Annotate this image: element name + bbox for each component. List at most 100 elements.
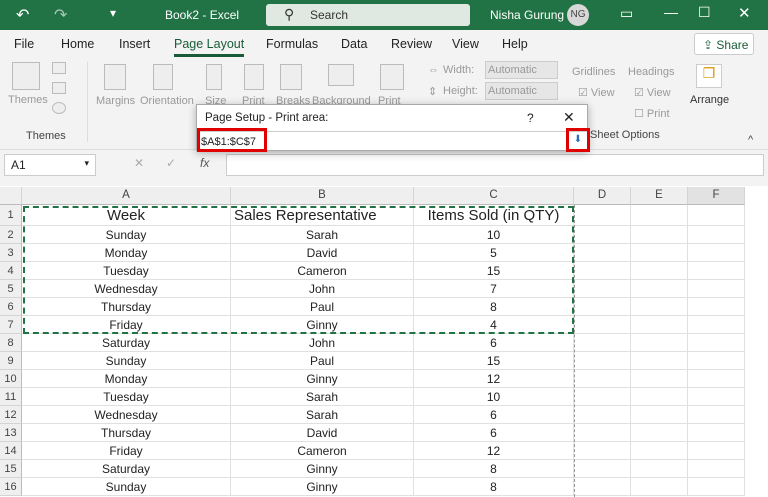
table-cell[interactable]: [688, 352, 745, 370]
tab-file[interactable]: File: [14, 37, 34, 51]
themes-button[interactable]: Themes: [8, 94, 48, 106]
customize-qat-icon[interactable]: ▾: [110, 6, 116, 20]
table-cell[interactable]: Paul: [231, 352, 414, 370]
table-cell[interactable]: [574, 460, 631, 478]
name-box[interactable]: A1 ▾: [4, 154, 96, 176]
fonts-icon[interactable]: [52, 82, 66, 94]
table-cell[interactable]: [688, 226, 745, 244]
table-cell[interactable]: Monday: [22, 370, 231, 388]
table-cell[interactable]: Cameron: [231, 442, 414, 460]
table-cell[interactable]: [574, 316, 631, 334]
help-button[interactable]: ?: [527, 111, 534, 125]
table-cell[interactable]: [688, 334, 745, 352]
table-cell[interactable]: Sarah: [231, 388, 414, 406]
table-cell[interactable]: Tuesday: [22, 388, 231, 406]
header-cell[interactable]: [688, 205, 745, 226]
row-header[interactable]: 3: [0, 244, 22, 262]
table-cell[interactable]: [631, 406, 688, 424]
table-cell[interactable]: 6: [414, 334, 574, 352]
table-cell[interactable]: [688, 442, 745, 460]
row-header[interactable]: 10: [0, 370, 22, 388]
table-cell[interactable]: John: [231, 334, 414, 352]
table-cell[interactable]: Saturday: [22, 460, 231, 478]
table-cell[interactable]: 12: [414, 442, 574, 460]
table-cell[interactable]: [574, 280, 631, 298]
table-cell[interactable]: [631, 298, 688, 316]
row-header[interactable]: 7: [0, 316, 22, 334]
column-header[interactable]: A: [22, 187, 231, 205]
table-cell[interactable]: 10: [414, 388, 574, 406]
tab-page-layout[interactable]: Page Layout: [174, 37, 245, 57]
row-header[interactable]: 9: [0, 352, 22, 370]
table-cell[interactable]: [631, 460, 688, 478]
tab-data[interactable]: Data: [341, 37, 367, 51]
tab-formulas[interactable]: Formulas: [266, 37, 318, 51]
table-cell[interactable]: [574, 262, 631, 280]
table-cell[interactable]: [631, 478, 688, 496]
ribbon-display-icon[interactable]: ▭: [620, 5, 633, 22]
row-header[interactable]: 1: [0, 205, 22, 226]
table-cell[interactable]: [688, 316, 745, 334]
height-dropdown[interactable]: Automatic: [485, 82, 558, 100]
table-cell[interactable]: Thursday: [22, 424, 231, 442]
table-cell[interactable]: Ginny: [231, 370, 414, 388]
row-header[interactable]: 8: [0, 334, 22, 352]
table-cell[interactable]: [688, 280, 745, 298]
table-cell[interactable]: [574, 352, 631, 370]
table-cell[interactable]: [688, 424, 745, 442]
row-header[interactable]: 5: [0, 280, 22, 298]
table-cell[interactable]: 6: [414, 406, 574, 424]
avatar[interactable]: NG: [567, 4, 589, 26]
function-icon[interactable]: fx: [200, 156, 209, 170]
enter-icon[interactable]: ✓: [166, 156, 176, 170]
undo-icon[interactable]: ↶: [16, 5, 29, 25]
table-cell[interactable]: [631, 334, 688, 352]
table-cell[interactable]: [631, 442, 688, 460]
table-cell[interactable]: [574, 244, 631, 262]
table-cell[interactable]: [574, 388, 631, 406]
gridlines-view-checkbox[interactable]: ☑ View: [578, 86, 615, 99]
table-cell[interactable]: [688, 406, 745, 424]
tab-view[interactable]: View: [452, 37, 479, 51]
column-header[interactable]: B: [231, 187, 414, 205]
table-cell[interactable]: [631, 388, 688, 406]
table-cell[interactable]: [574, 226, 631, 244]
table-cell[interactable]: [574, 424, 631, 442]
table-cell[interactable]: [631, 262, 688, 280]
header-cell[interactable]: [631, 205, 688, 226]
table-cell[interactable]: [688, 388, 745, 406]
margins-button[interactable]: Margins: [96, 95, 135, 107]
table-cell[interactable]: [688, 298, 745, 316]
table-cell[interactable]: [688, 478, 745, 496]
table-cell[interactable]: [631, 424, 688, 442]
table-cell[interactable]: Saturday: [22, 334, 231, 352]
close-icon[interactable]: ✕: [738, 4, 751, 22]
table-cell[interactable]: [631, 370, 688, 388]
table-cell[interactable]: 6: [414, 424, 574, 442]
select-all-button[interactable]: [0, 187, 22, 205]
formula-input[interactable]: [226, 154, 764, 176]
row-header[interactable]: 2: [0, 226, 22, 244]
cancel-icon[interactable]: ✕: [134, 156, 144, 170]
table-cell[interactable]: [574, 334, 631, 352]
table-cell[interactable]: [574, 478, 631, 496]
tab-help[interactable]: Help: [502, 37, 528, 51]
table-cell[interactable]: [631, 226, 688, 244]
user-name[interactable]: Nisha Gurung: [490, 8, 564, 22]
table-cell[interactable]: 8: [414, 460, 574, 478]
table-cell[interactable]: Wednesday: [22, 406, 231, 424]
table-cell[interactable]: [688, 370, 745, 388]
table-cell[interactable]: [631, 244, 688, 262]
headings-print-checkbox[interactable]: ☐ Print: [634, 107, 670, 120]
tab-insert[interactable]: Insert: [119, 37, 150, 51]
row-header[interactable]: 16: [0, 478, 22, 496]
table-cell[interactable]: [631, 280, 688, 298]
search-box[interactable]: ⚲ Search: [266, 4, 470, 26]
table-cell[interactable]: Ginny: [231, 460, 414, 478]
dialog-close-icon[interactable]: ✕: [563, 109, 575, 126]
row-header[interactable]: 4: [0, 262, 22, 280]
row-header[interactable]: 15: [0, 460, 22, 478]
tab-home[interactable]: Home: [61, 37, 94, 51]
collapse-ribbon-icon[interactable]: ^: [748, 134, 753, 146]
arrange-button[interactable]: Arrange: [690, 94, 729, 106]
